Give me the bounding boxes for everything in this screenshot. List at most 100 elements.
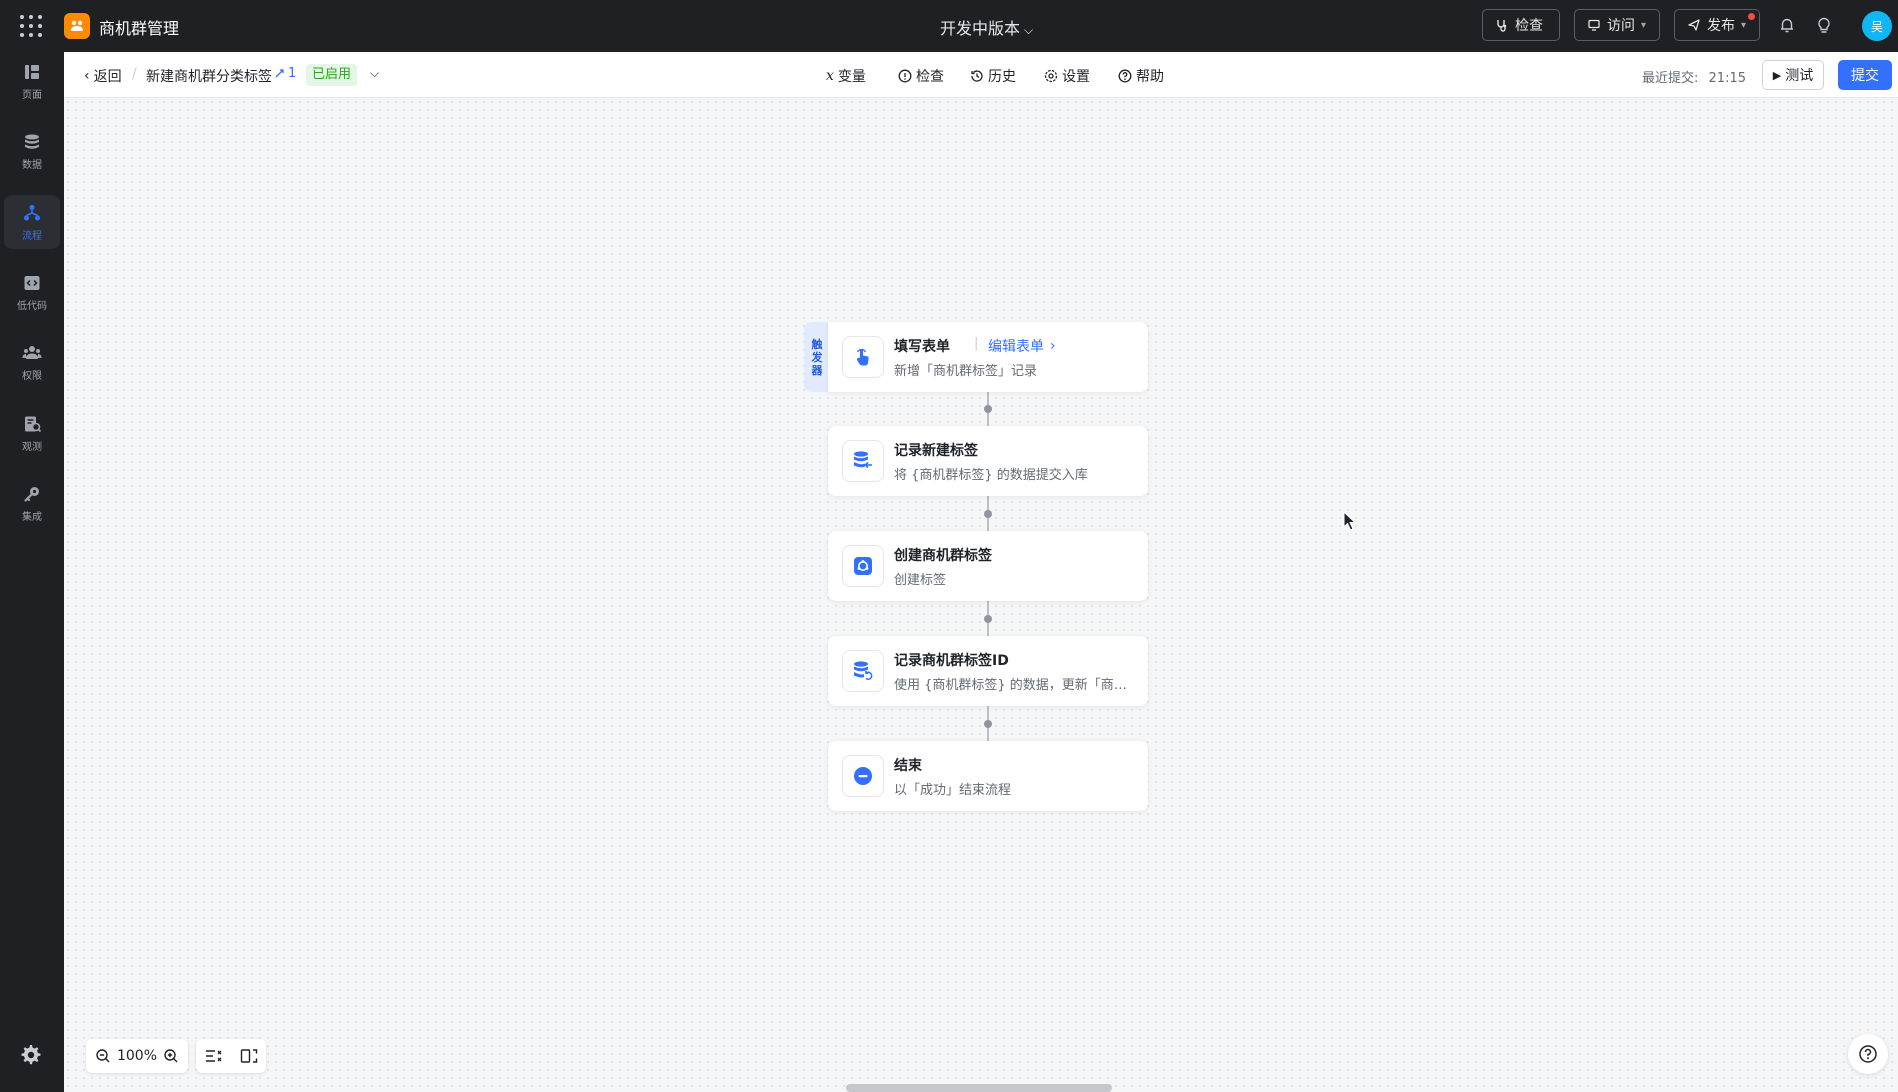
chevron-right-icon: › <box>1050 338 1056 354</box>
status-badge: 已启用 <box>306 64 358 86</box>
play-icon: ▶ <box>1772 68 1782 82</box>
breadcrumb-separator: / <box>132 66 137 82</box>
node-description: 创建标签 <box>894 573 947 588</box>
sidebar-item-flow[interactable]: 流程 <box>4 195 60 249</box>
stethoscope-icon <box>1497 20 1507 32</box>
sidebar-item-label: 权限 <box>22 370 42 382</box>
sidebar-item-integration[interactable]: 集成 <box>4 476 60 530</box>
sidebar-item-lowcode[interactable]: 低代码 <box>4 265 60 319</box>
zoom-in-icon[interactable] <box>163 1048 179 1064</box>
monitor-icon <box>1588 19 1600 31</box>
mouse-cursor-icon <box>1343 511 1357 531</box>
tool-label: 检查 <box>916 69 944 85</box>
notification-dot <box>1748 13 1755 20</box>
chevron-down-icon: ▾ <box>1641 19 1647 31</box>
flow-node-create-tag[interactable]: 创建商机群标签 创建标签 <box>828 531 1148 601</box>
node-description: 新增「商机群标签」记录 <box>894 364 1038 379</box>
version-count[interactable]: 1 <box>274 66 296 81</box>
hand-pointer-icon <box>842 336 884 378</box>
visit-button[interactable]: 访问 ▾ <box>1574 9 1660 41</box>
sidebar-item-permission[interactable]: 权限 <box>4 335 60 389</box>
node-title: 记录商机群标签ID <box>894 653 1009 669</box>
tool-label: 设置 <box>1062 69 1090 85</box>
key-icon <box>24 486 39 502</box>
end-icon <box>842 755 884 797</box>
chevron-down-icon: ⌵ <box>1024 23 1034 37</box>
flow-node-fill-form[interactable]: 填写表单 | 编辑表单 › 新增「商机群标签」记录 <box>828 322 1148 392</box>
link-icon <box>275 69 284 78</box>
bell-icon[interactable] <box>1777 15 1797 35</box>
sidebar-item-label: 数据 <box>22 159 42 171</box>
view-controls <box>196 1039 266 1073</box>
node-description: 将 {商机群标签} 的数据提交入库 <box>894 468 1088 483</box>
app-grid-icon[interactable] <box>20 15 42 37</box>
send-icon <box>1688 19 1700 31</box>
last-submit-time: 21:15 <box>1708 71 1746 86</box>
trigger-tag-char: 触 <box>811 337 823 351</box>
settings-button[interactable]: 设置 <box>1044 66 1090 86</box>
zoom-out-icon[interactable] <box>95 1048 111 1064</box>
submit-button[interactable]: 提交 <box>1838 60 1892 90</box>
fit-view-icon[interactable] <box>240 1048 258 1064</box>
node-description: 使用 {商机群标签} 的数据，更新「商机群标签」记录 <box>894 678 1134 693</box>
tool-label: 变量 <box>837 69 866 85</box>
gear-icon <box>1044 69 1058 83</box>
test-button[interactable]: ▶ 测试 <box>1762 60 1824 90</box>
version-count-value: 1 <box>288 66 297 81</box>
publish-label: 发布 <box>1707 18 1735 34</box>
info-circle-icon <box>898 69 912 83</box>
node-title: 创建商机群标签 <box>894 548 992 564</box>
flow-node-record-new-tag[interactable]: 记录新建标签 将 {商机群标签} 的数据提交入库 <box>828 426 1148 496</box>
zoom-controls: 100% <box>86 1039 188 1073</box>
check-button[interactable]: 检查 <box>1482 9 1560 41</box>
tool-label: 帮助 <box>1136 69 1164 85</box>
sidebar-item-label: 页面 <box>22 89 42 101</box>
sidebar-item-observe[interactable]: 观测 <box>4 406 60 460</box>
connector-dot[interactable] <box>984 615 992 623</box>
connector-dot[interactable] <box>984 510 992 518</box>
sidebar-item-pages[interactable]: 页面 <box>4 54 60 108</box>
variable-icon: 𝑥 <box>826 68 834 84</box>
sidebar-item-data[interactable]: 数据 <box>4 124 60 178</box>
visit-label: 访问 <box>1607 18 1635 34</box>
tool-label: 历史 <box>988 69 1016 85</box>
edit-form-link[interactable]: 编辑表单 › <box>988 336 1056 356</box>
sidebar-item-label: 集成 <box>22 511 42 523</box>
zoom-level: 100% <box>116 1048 157 1064</box>
back-label: 返回 <box>93 69 122 85</box>
auto-layout-icon[interactable] <box>205 1048 223 1064</box>
node-title: 记录新建标签 <box>894 443 978 459</box>
monitor-icon <box>25 416 42 432</box>
publish-button[interactable]: 发布 ▾ <box>1674 9 1760 41</box>
version-selector[interactable]: 开发中版本 ⌵ <box>940 15 1033 39</box>
horizontal-scrollbar[interactable] <box>846 1084 1112 1092</box>
help-button[interactable]: 帮助 <box>1118 66 1164 86</box>
sidebar-item-label: 观测 <box>22 441 42 453</box>
flow-name[interactable]: 新建商机群分类标签 <box>146 66 272 86</box>
connector-dot[interactable] <box>984 405 992 413</box>
lightbulb-icon[interactable] <box>1814 15 1834 35</box>
left-sidebar: 页面 数据 流程 低代码 权限 观测 集成 <box>0 52 64 1092</box>
connector-dot[interactable] <box>984 720 992 728</box>
sidebar-item-label: 低代码 <box>17 300 47 312</box>
gear-icon[interactable] <box>20 1044 42 1066</box>
chevron-down-icon[interactable]: ⌵ <box>370 66 379 81</box>
flow-node-record-tag-id[interactable]: 记录商机群标签ID 使用 {商机群标签} 的数据，更新「商机群标签」记录 <box>828 636 1148 706</box>
inspect-button[interactable]: 检查 <box>898 66 944 86</box>
flow-node-end[interactable]: 结束 以「成功」结束流程 <box>828 741 1148 811</box>
history-icon <box>971 70 983 82</box>
version-label: 开发中版本 <box>940 19 1021 38</box>
question-circle-icon <box>1118 69 1132 83</box>
question-circle-icon <box>1859 1045 1877 1063</box>
variables-button[interactable]: 𝑥 变量 <box>826 66 866 86</box>
trigger-tag-char: 发 <box>811 350 823 364</box>
check-label: 检查 <box>1515 18 1543 34</box>
plugin-icon <box>842 545 884 587</box>
history-button[interactable]: 历史 <box>970 66 1016 86</box>
user-avatar[interactable]: 吴 <box>1862 11 1892 41</box>
sidebar-item-label: 流程 <box>22 230 42 242</box>
back-button[interactable]: ‹ 返回 <box>84 66 122 86</box>
flow-header: ‹ 返回 / 新建商机群分类标签 1 已启用 ⌵ 𝑥 变量 检查 历史 设置 帮… <box>64 52 1898 98</box>
help-fab-button[interactable] <box>1848 1034 1888 1074</box>
app-title: 商机群管理 <box>99 19 180 38</box>
